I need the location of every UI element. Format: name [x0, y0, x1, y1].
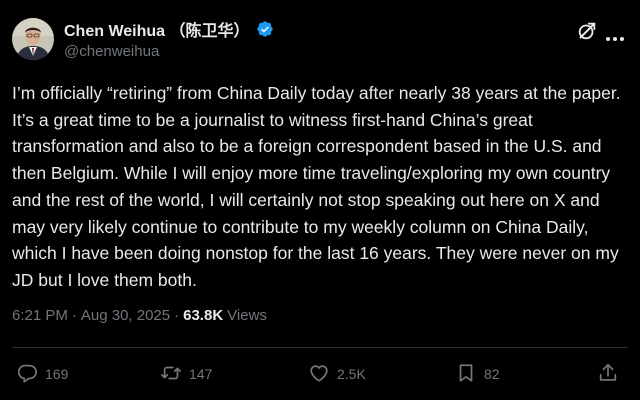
views-label: Views [227, 307, 267, 324]
tweet-date[interactable]: Aug 30, 2025 [81, 307, 170, 324]
avatar[interactable] [12, 18, 54, 60]
grok-icon[interactable] [576, 20, 598, 42]
meta-separator: · [71, 307, 77, 324]
reply-icon [16, 362, 38, 387]
divider [12, 347, 628, 348]
repost-icon [160, 362, 182, 387]
share-icon [597, 362, 619, 387]
bookmark-count: 82 [484, 366, 500, 382]
tweet-meta: 6:21 PM · Aug 30, 2025 · 63.8K Views [12, 307, 267, 324]
tweet-time[interactable]: 6:21 PM [12, 307, 68, 324]
more-options-icon[interactable] [605, 29, 625, 41]
bookmark-button[interactable]: 82 [455, 362, 500, 386]
verified-badge-icon [256, 20, 274, 38]
meta-separator: · [174, 307, 180, 324]
like-button[interactable]: 2.5K [308, 362, 366, 386]
author-handle[interactable]: @chenweihua [64, 43, 159, 60]
reply-button[interactable]: 169 [16, 362, 68, 386]
bookmark-icon [455, 362, 477, 387]
heart-icon [308, 362, 330, 387]
tweet-text: I’m officially “retiring” from China Dai… [12, 83, 621, 290]
repost-count: 147 [189, 366, 213, 382]
display-name[interactable]: Chen Weihua （陈卫华） [64, 17, 250, 41]
author-name-row: Chen Weihua （陈卫华） [64, 18, 274, 40]
repost-button[interactable]: 147 [160, 362, 212, 386]
share-button[interactable] [597, 362, 619, 386]
like-count: 2.5K [337, 366, 366, 382]
tweet-card: Chen Weihua （陈卫华） @chenweihua I’m offici… [0, 0, 640, 400]
views-count: 63.8K [183, 307, 224, 324]
reply-count: 169 [45, 366, 69, 382]
